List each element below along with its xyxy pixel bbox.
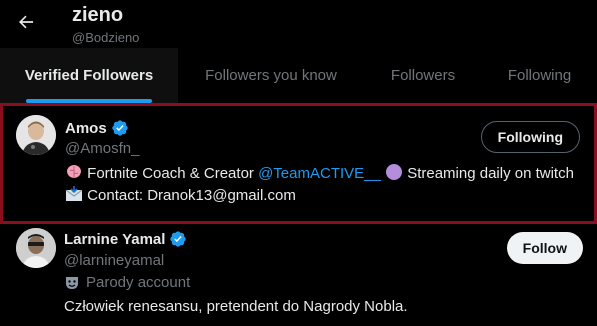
parody-account-label: Parody account: [64, 274, 190, 291]
tab-bar: Verified Followers Followers you know Fo…: [0, 48, 597, 104]
arrow-left-icon: [19, 15, 34, 29]
page-handle: @Bodzieno: [72, 30, 140, 45]
user-name-text: Amos: [65, 119, 107, 137]
bio-text-a: Fortnite Coach & Creator: [87, 165, 259, 182]
envelope-emoji-icon: [65, 186, 83, 201]
parody-text: Parody account: [86, 274, 191, 291]
avatar-image: [16, 228, 56, 268]
avatar-image: [16, 115, 56, 155]
mention-link[interactable]: @TeamACTIVE__: [258, 165, 381, 182]
user-name[interactable]: Larnine Yamal: [64, 230, 187, 248]
user-bio: Fortnite Coach & Creator @TeamACTIVE__ S…: [65, 163, 585, 207]
following-button[interactable]: Following: [480, 121, 580, 153]
tab-verified-followers[interactable]: Verified Followers: [0, 48, 178, 103]
user-bio: Człowiek renesansu, pretendent do Nagrod…: [64, 298, 408, 315]
bio-contact: Contact: Dranok13@gmail.com: [87, 187, 296, 204]
follow-button[interactable]: Follow: [506, 232, 583, 264]
theater-masks-icon: [66, 276, 78, 289]
verified-badge-icon: [112, 120, 128, 136]
user-row-larnine-yamal[interactable]: Larnine Yamal @larnineyamal Follow Parod…: [0, 224, 597, 326]
user-name-text: Larnine Yamal: [64, 230, 166, 248]
tab-label: Verified Followers: [24, 67, 154, 84]
tab-label: Followers you know: [205, 67, 337, 84]
user-row-amos[interactable]: Amos @Amosfn_ Following Fortnite Coach &…: [0, 103, 597, 224]
avatar[interactable]: [16, 228, 56, 268]
tab-following[interactable]: Following: [482, 48, 597, 103]
profile-header: zieno @Bodzieno: [0, 0, 597, 48]
tab-label: Following: [507, 67, 572, 84]
brain-emoji-icon: [67, 165, 81, 178]
user-handle[interactable]: @larnineyamal: [64, 252, 164, 269]
purple-circle-emoji-icon: [386, 164, 403, 180]
tab-followers[interactable]: Followers: [364, 48, 482, 103]
user-name[interactable]: Amos: [65, 119, 129, 137]
user-handle[interactable]: @Amosfn_: [65, 140, 139, 157]
tab-followers-you-know[interactable]: Followers you know: [178, 48, 364, 103]
page-title: zieno: [72, 4, 124, 26]
tab-label: Followers: [390, 67, 456, 84]
avatar[interactable]: [16, 115, 56, 155]
bio-text-b: Streaming daily on twitch: [403, 165, 574, 182]
back-button[interactable]: [14, 10, 38, 34]
verified-badge-icon: [170, 231, 187, 247]
